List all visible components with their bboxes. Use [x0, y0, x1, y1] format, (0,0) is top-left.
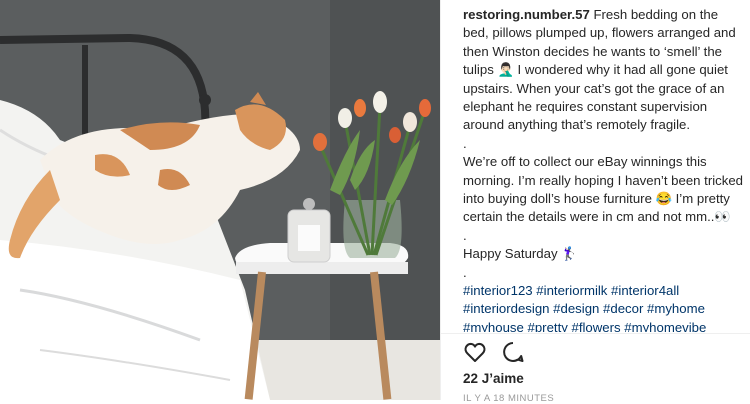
cat-and-tulips-image: [0, 0, 440, 400]
caption-paragraph-1: Fresh bedding on the bed, pillows plumpe…: [463, 7, 736, 133]
instagram-post: restoring.number.57 Fresh bedding on the…: [0, 0, 750, 404]
heart-icon[interactable]: [463, 340, 487, 364]
post-timestamp: IL Y A 18 MINUTES: [463, 393, 555, 404]
caption-paragraph-3: Happy Saturday 🏌🏻‍♀️: [463, 246, 578, 262]
caption-paragraph-2: We’re off to collect our eBay winnings t…: [463, 154, 744, 225]
comment-bubble-icon[interactable]: [501, 340, 525, 364]
post-actions: [463, 340, 525, 364]
username-link[interactable]: restoring.number.57: [463, 7, 590, 22]
post-sidebar: restoring.number.57 Fresh bedding on the…: [440, 0, 750, 404]
divider: [441, 333, 750, 334]
likes-count[interactable]: 22 J’aime: [463, 371, 524, 386]
post-photo[interactable]: [0, 0, 440, 400]
caption-dot-2: .: [463, 227, 467, 243]
post-caption: restoring.number.57 Fresh bedding on the…: [463, 6, 745, 332]
caption-dot-3: .: [463, 264, 467, 280]
caption-dot-1: .: [463, 135, 467, 151]
hashtags[interactable]: #interior123 #interiormilk #interior4all…: [463, 282, 745, 332]
